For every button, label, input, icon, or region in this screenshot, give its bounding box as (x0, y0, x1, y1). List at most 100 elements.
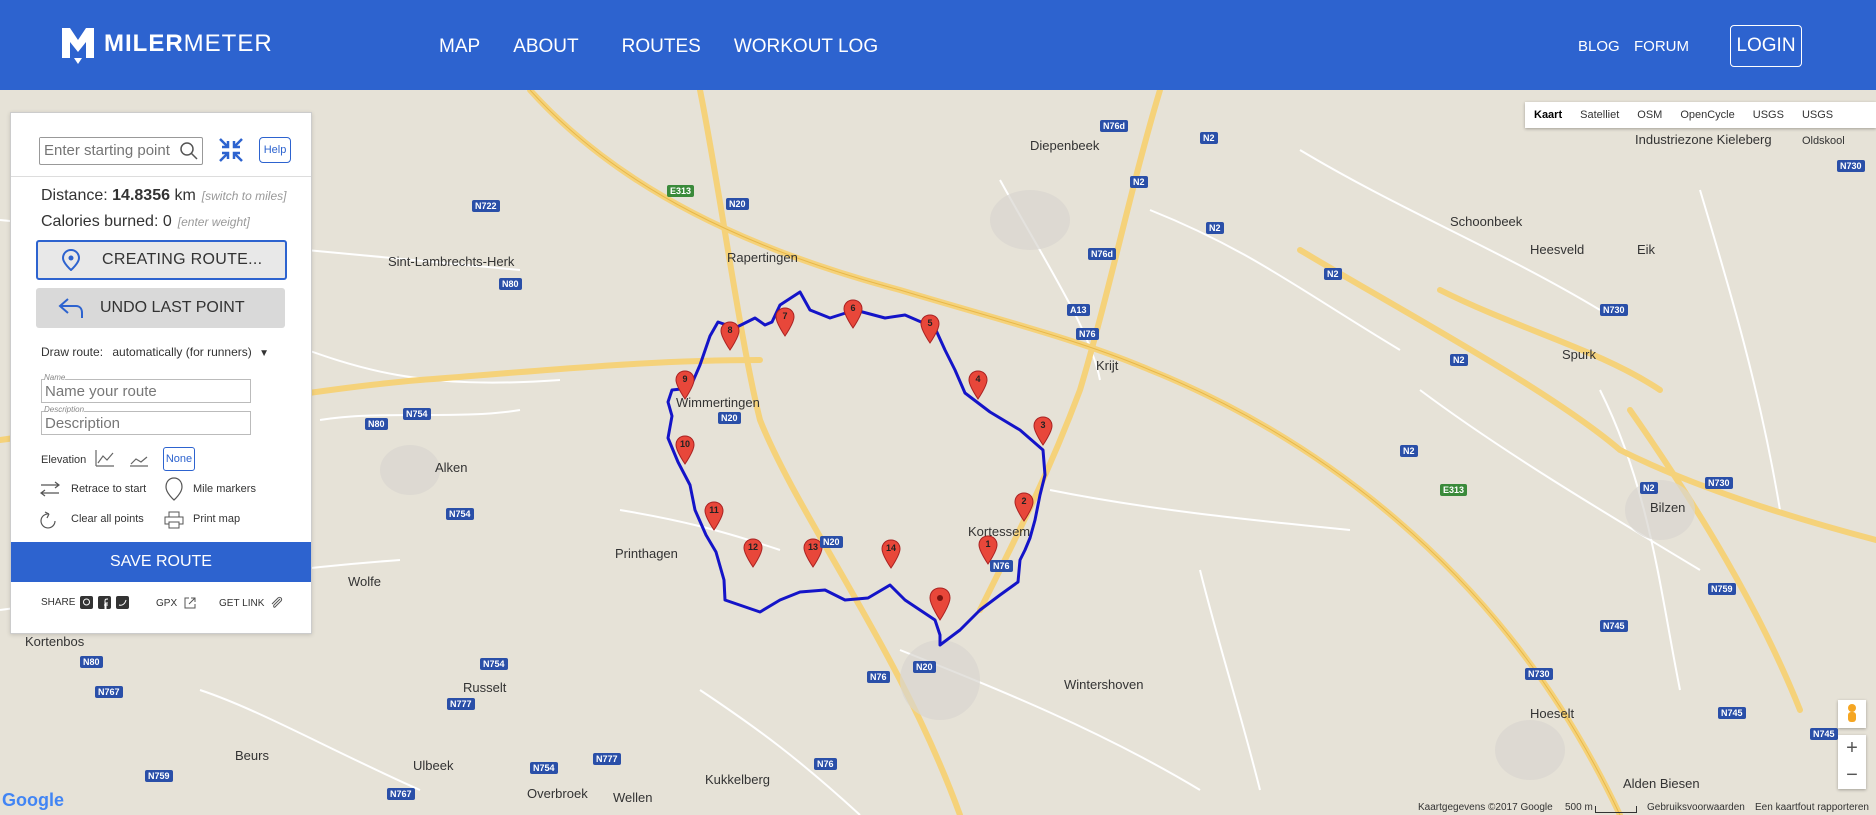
nav-about[interactable]: ABOUT (513, 36, 578, 58)
undo-last-point-button[interactable]: UNDO LAST POINT (36, 288, 285, 328)
place-label: Alden Biesen (1623, 776, 1700, 791)
draw-route-select[interactable]: automatically (for runners) (112, 345, 251, 359)
twitter-icon[interactable] (116, 596, 130, 609)
road-shield: N2 (1450, 354, 1468, 366)
collapse-panel-icon[interactable] (218, 137, 244, 163)
distance-label: Distance: (41, 187, 108, 204)
route-marker-label: 14 (885, 543, 896, 553)
place-label: Alken (435, 460, 468, 475)
main-nav: MAP ABOUT ROUTES WORKOUT LOG (439, 36, 911, 58)
route-marker-3[interactable]: 3 (1033, 416, 1053, 446)
place-label: Hoeselt (1530, 706, 1575, 721)
calories-row: Calories burned: 0 [enter weight] (41, 213, 250, 231)
place-label: Sint-Lambrechts-Herk (388, 254, 515, 269)
search-icon[interactable] (180, 142, 198, 160)
map-type-usgs[interactable]: USGS (1744, 102, 1793, 128)
undo-label: UNDO LAST POINT (100, 299, 245, 316)
road-shield: N76 (814, 758, 837, 770)
starting-point-input[interactable] (40, 138, 178, 162)
pinterest-icon[interactable] (80, 596, 94, 609)
mile-marker-icon[interactable] (164, 477, 184, 501)
terms-link[interactable]: Gebruiksvoorwaarden (1647, 802, 1745, 813)
road-shield: N20 (820, 536, 843, 548)
place-label: Wellen (613, 790, 653, 805)
road-shield: N76d (1100, 120, 1129, 132)
location-pin-icon (62, 249, 80, 271)
map-type-kaart[interactable]: Kaart (1525, 102, 1571, 128)
route-marker-8[interactable]: 8 (720, 321, 740, 351)
gpx-export[interactable]: GPX (156, 596, 197, 610)
print-icon[interactable] (164, 511, 184, 529)
switch-units-link[interactable]: [switch to miles] (202, 189, 287, 203)
place-label: Wimmertingen (676, 395, 760, 410)
place-label: Bilzen (1650, 500, 1686, 515)
get-link[interactable]: GET LINK (219, 596, 284, 610)
retrace-label[interactable]: Retrace to start (71, 483, 146, 495)
route-description-field[interactable]: Description Description (41, 405, 251, 435)
create-route-label: CREATING ROUTE... (102, 251, 263, 268)
route-marker-2[interactable]: 2 (1014, 492, 1034, 522)
route-description-placeholder: Description (45, 415, 121, 432)
undo-arrow-icon (58, 298, 83, 318)
mile-markers-label[interactable]: Mile markers (193, 483, 256, 495)
route-marker-7[interactable]: 7 (775, 307, 795, 337)
street-view-pegman[interactable] (1838, 700, 1866, 728)
login-button[interactable]: LOGIN (1730, 25, 1802, 67)
nav-map[interactable]: MAP (439, 36, 480, 58)
route-marker-11[interactable]: 11 (704, 501, 724, 531)
nav-blog[interactable]: BLOG (1578, 38, 1620, 55)
road-shield: N745 (1600, 620, 1628, 632)
clear-points-label[interactable]: Clear all points (71, 513, 144, 525)
route-panel: Help Distance: 14.8356 km [switch to mile… (10, 112, 312, 634)
map-type-opencycle[interactable]: OpenCycle (1671, 102, 1743, 128)
place-label: Heesveld (1530, 242, 1585, 257)
route-name-field[interactable]: Name Name your route (41, 373, 251, 403)
map-type-satelliet[interactable]: Satelliet (1571, 102, 1628, 128)
elevation-area-icon[interactable] (129, 449, 149, 467)
nav-workout-log[interactable]: WORKOUT LOG (734, 36, 878, 58)
print-map-label[interactable]: Print map (193, 513, 240, 525)
road-shield: N754 (446, 508, 474, 520)
nav-forum[interactable]: FORUM (1634, 38, 1689, 55)
save-route-button[interactable]: SAVE ROUTE (11, 542, 311, 582)
report-error-link[interactable]: Een kaartfout rapporteren (1755, 802, 1869, 813)
divider (11, 176, 311, 177)
route-marker-12[interactable]: 12 (743, 538, 763, 568)
zoom-in-button[interactable]: + (1838, 735, 1866, 762)
nav-routes[interactable]: ROUTES (622, 36, 701, 58)
route-marker-4[interactable]: 4 (968, 370, 988, 400)
route-marker-10[interactable]: 10 (675, 435, 695, 465)
road-shield: N80 (365, 418, 388, 430)
elevation-chart-icon[interactable] (95, 449, 115, 467)
zoom-out-button[interactable]: − (1838, 762, 1866, 789)
route-marker-6[interactable]: 6 (843, 299, 863, 329)
place-label: Industriezone Kieleberg (1635, 132, 1772, 147)
road-shield: N76 (990, 560, 1013, 572)
logo-m-icon (62, 28, 94, 64)
road-shield: N730 (1705, 477, 1733, 489)
retrace-arrows-icon[interactable] (39, 481, 61, 497)
facebook-icon[interactable] (98, 596, 112, 609)
dropdown-caret-icon[interactable]: ▼ (259, 348, 269, 359)
road-shield: N767 (387, 788, 415, 800)
logo[interactable]: MILERMETER (60, 24, 273, 64)
place-label: Overbroek (527, 786, 588, 801)
road-shield: N754 (480, 658, 508, 670)
road-shield: N730 (1525, 668, 1553, 680)
road-shield: N2 (1200, 132, 1218, 144)
create-route-button[interactable]: CREATING ROUTE... (36, 240, 287, 280)
route-marker-14[interactable]: 14 (881, 539, 901, 569)
place-label: Kortenbos (25, 634, 85, 649)
map-type-osm[interactable]: OSM (1628, 102, 1671, 128)
help-button[interactable]: Help (259, 137, 291, 163)
route-start-marker[interactable] (929, 587, 951, 621)
elevation-none-button[interactable]: None (163, 447, 195, 471)
route-marker-5[interactable]: 5 (920, 314, 940, 344)
place-label: Krijt (1096, 358, 1119, 373)
enter-weight-link[interactable]: [enter weight] (178, 215, 250, 229)
starting-point-search (39, 137, 203, 165)
route-marker-label: 2 (1021, 496, 1027, 506)
clear-points-icon[interactable] (39, 511, 59, 531)
map-type-usgs-oldskool[interactable]: USGS Oldskool (1793, 102, 1876, 147)
road-shield: N20 (913, 661, 936, 673)
